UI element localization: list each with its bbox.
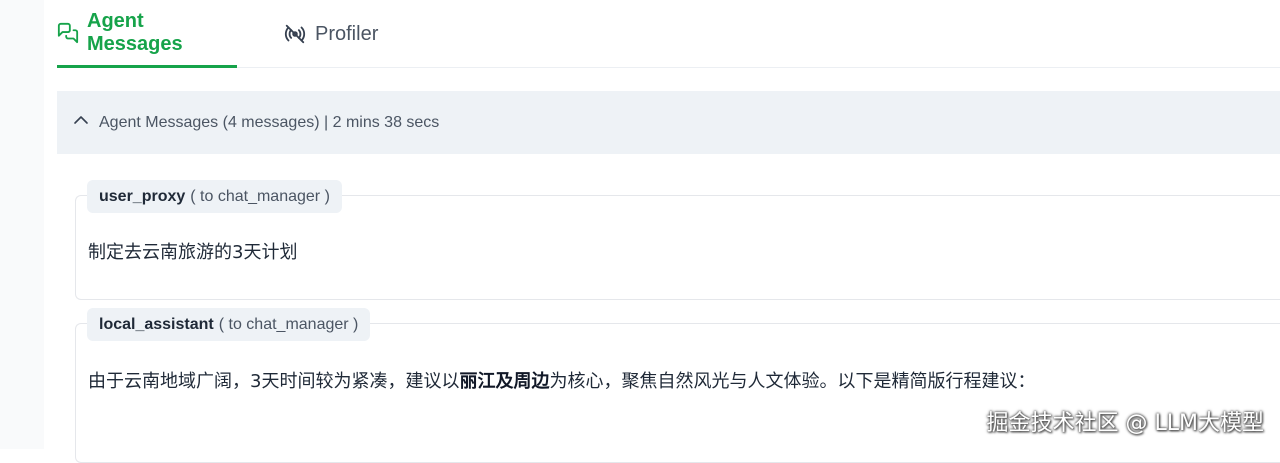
sender-name: local_assistant [99,315,214,333]
message-text-part: 由于云南地域广阔，3天时间较为紧凑，建议以 [88,371,460,392]
broadcast-signal-icon [283,23,307,45]
sender-tag: local_assistant ( to chat_manager ) [87,308,371,341]
chat-bubbles-icon [57,22,79,44]
sender-tag: user_proxy ( to chat_manager ) [87,180,342,213]
recipient-label: ( to chat_manager ) [190,187,330,205]
message-text: 制定去云南旅游的3天计划 [88,242,298,263]
sender-name: user_proxy [99,187,186,205]
left-gutter [0,0,44,449]
watermark: 掘金技术社区 @ LLM大模型 [986,411,1264,436]
recipient-label: ( to chat_manager ) [218,315,359,333]
agent-messages-panel-header[interactable]: Agent Messages (4 messages) | 2 mins 38 … [57,91,1280,154]
tab-profiler-label: Profiler [315,22,379,45]
chevron-up-icon[interactable] [73,112,89,133]
message-text-bold: 丽江及周边 [459,371,550,392]
message-text-part: 为核心，聚焦自然风光与人文体验。以下是精简版行程建议： [549,371,1036,392]
tab-bar: Agent Messages Profiler [57,0,1280,68]
tab-agent-messages-label: Agent Messages [87,9,183,55]
tab-profiler[interactable]: Profiler [283,0,378,68]
message-card [75,323,1280,463]
message-text: 由于云南地域广阔，3天时间较为紧凑，建议以丽江及周边为核心，聚焦自然风光与人文体… [88,367,1035,393]
tab-agent-messages[interactable]: Agent Messages [57,0,237,68]
panel-header-label: Agent Messages (4 messages) | 2 mins 38 … [99,113,440,131]
